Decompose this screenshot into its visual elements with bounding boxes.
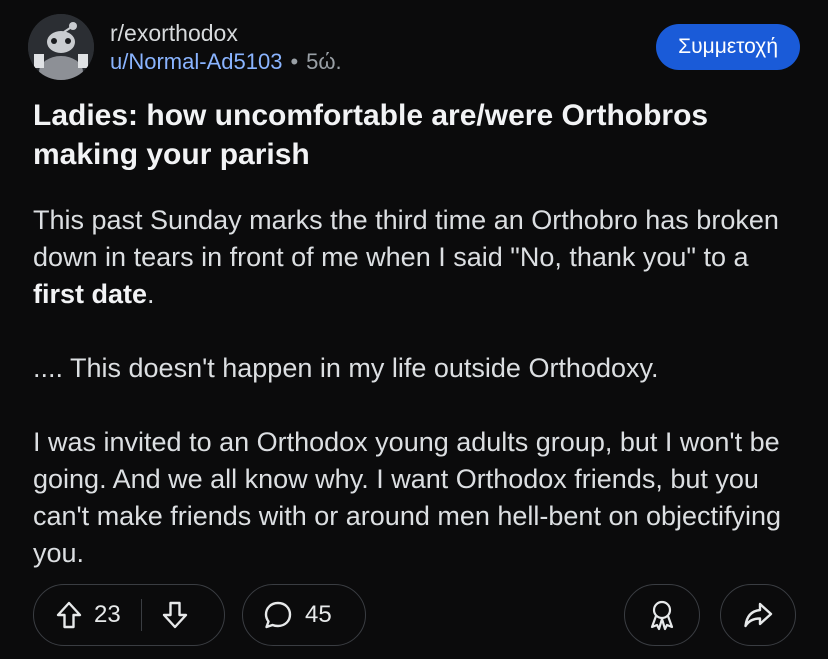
action-bar: 23 45: [0, 584, 828, 650]
meta-separator: •: [290, 49, 299, 74]
comment-count: 45: [305, 601, 332, 628]
author-name[interactable]: u/Normal-Ad5103: [110, 49, 282, 74]
post-body: This past Sunday marks the third time an…: [33, 202, 803, 572]
upvote-arrow-icon[interactable]: [56, 601, 82, 629]
vote-control: 23: [33, 584, 225, 646]
subreddit-name[interactable]: r/exorthodox: [110, 20, 342, 46]
award-button[interactable]: [624, 584, 700, 646]
body-text: .: [147, 279, 155, 309]
comments-button[interactable]: 45: [242, 584, 366, 646]
body-bold-text: first date: [33, 279, 148, 309]
body-text: This past Sunday marks the third time an…: [33, 205, 779, 272]
award-icon: [647, 599, 677, 631]
subreddit-avatar[interactable]: [28, 14, 94, 80]
post-header: r/exorthodox u/Normal-Ad5103 • 5ώ. Συμμετο…: [28, 14, 800, 84]
body-paragraph-2: .... This doesn't happen in my life outs…: [33, 353, 659, 383]
share-arrow-icon: [743, 601, 773, 629]
author-line: u/Normal-Ad5103 • 5ώ.: [110, 47, 342, 77]
share-button[interactable]: [720, 584, 796, 646]
post-title[interactable]: Ladies: how uncomfortable are/were Ortho…: [33, 96, 803, 174]
body-paragraph-1: This past Sunday marks the third time an…: [33, 202, 803, 313]
vote-divider: [140, 599, 143, 631]
post-age: 5ώ.: [306, 49, 342, 74]
comment-bubble-icon: [263, 600, 293, 630]
downvote-arrow-icon[interactable]: [162, 601, 188, 629]
body-paragraph-3: I was invited to an Orthodox young adult…: [33, 427, 782, 568]
post-meta: r/exorthodox u/Normal-Ad5103 • 5ώ.: [110, 20, 342, 77]
join-button[interactable]: Συμμετοχή: [656, 24, 800, 70]
upvote-count: 23: [94, 601, 121, 628]
